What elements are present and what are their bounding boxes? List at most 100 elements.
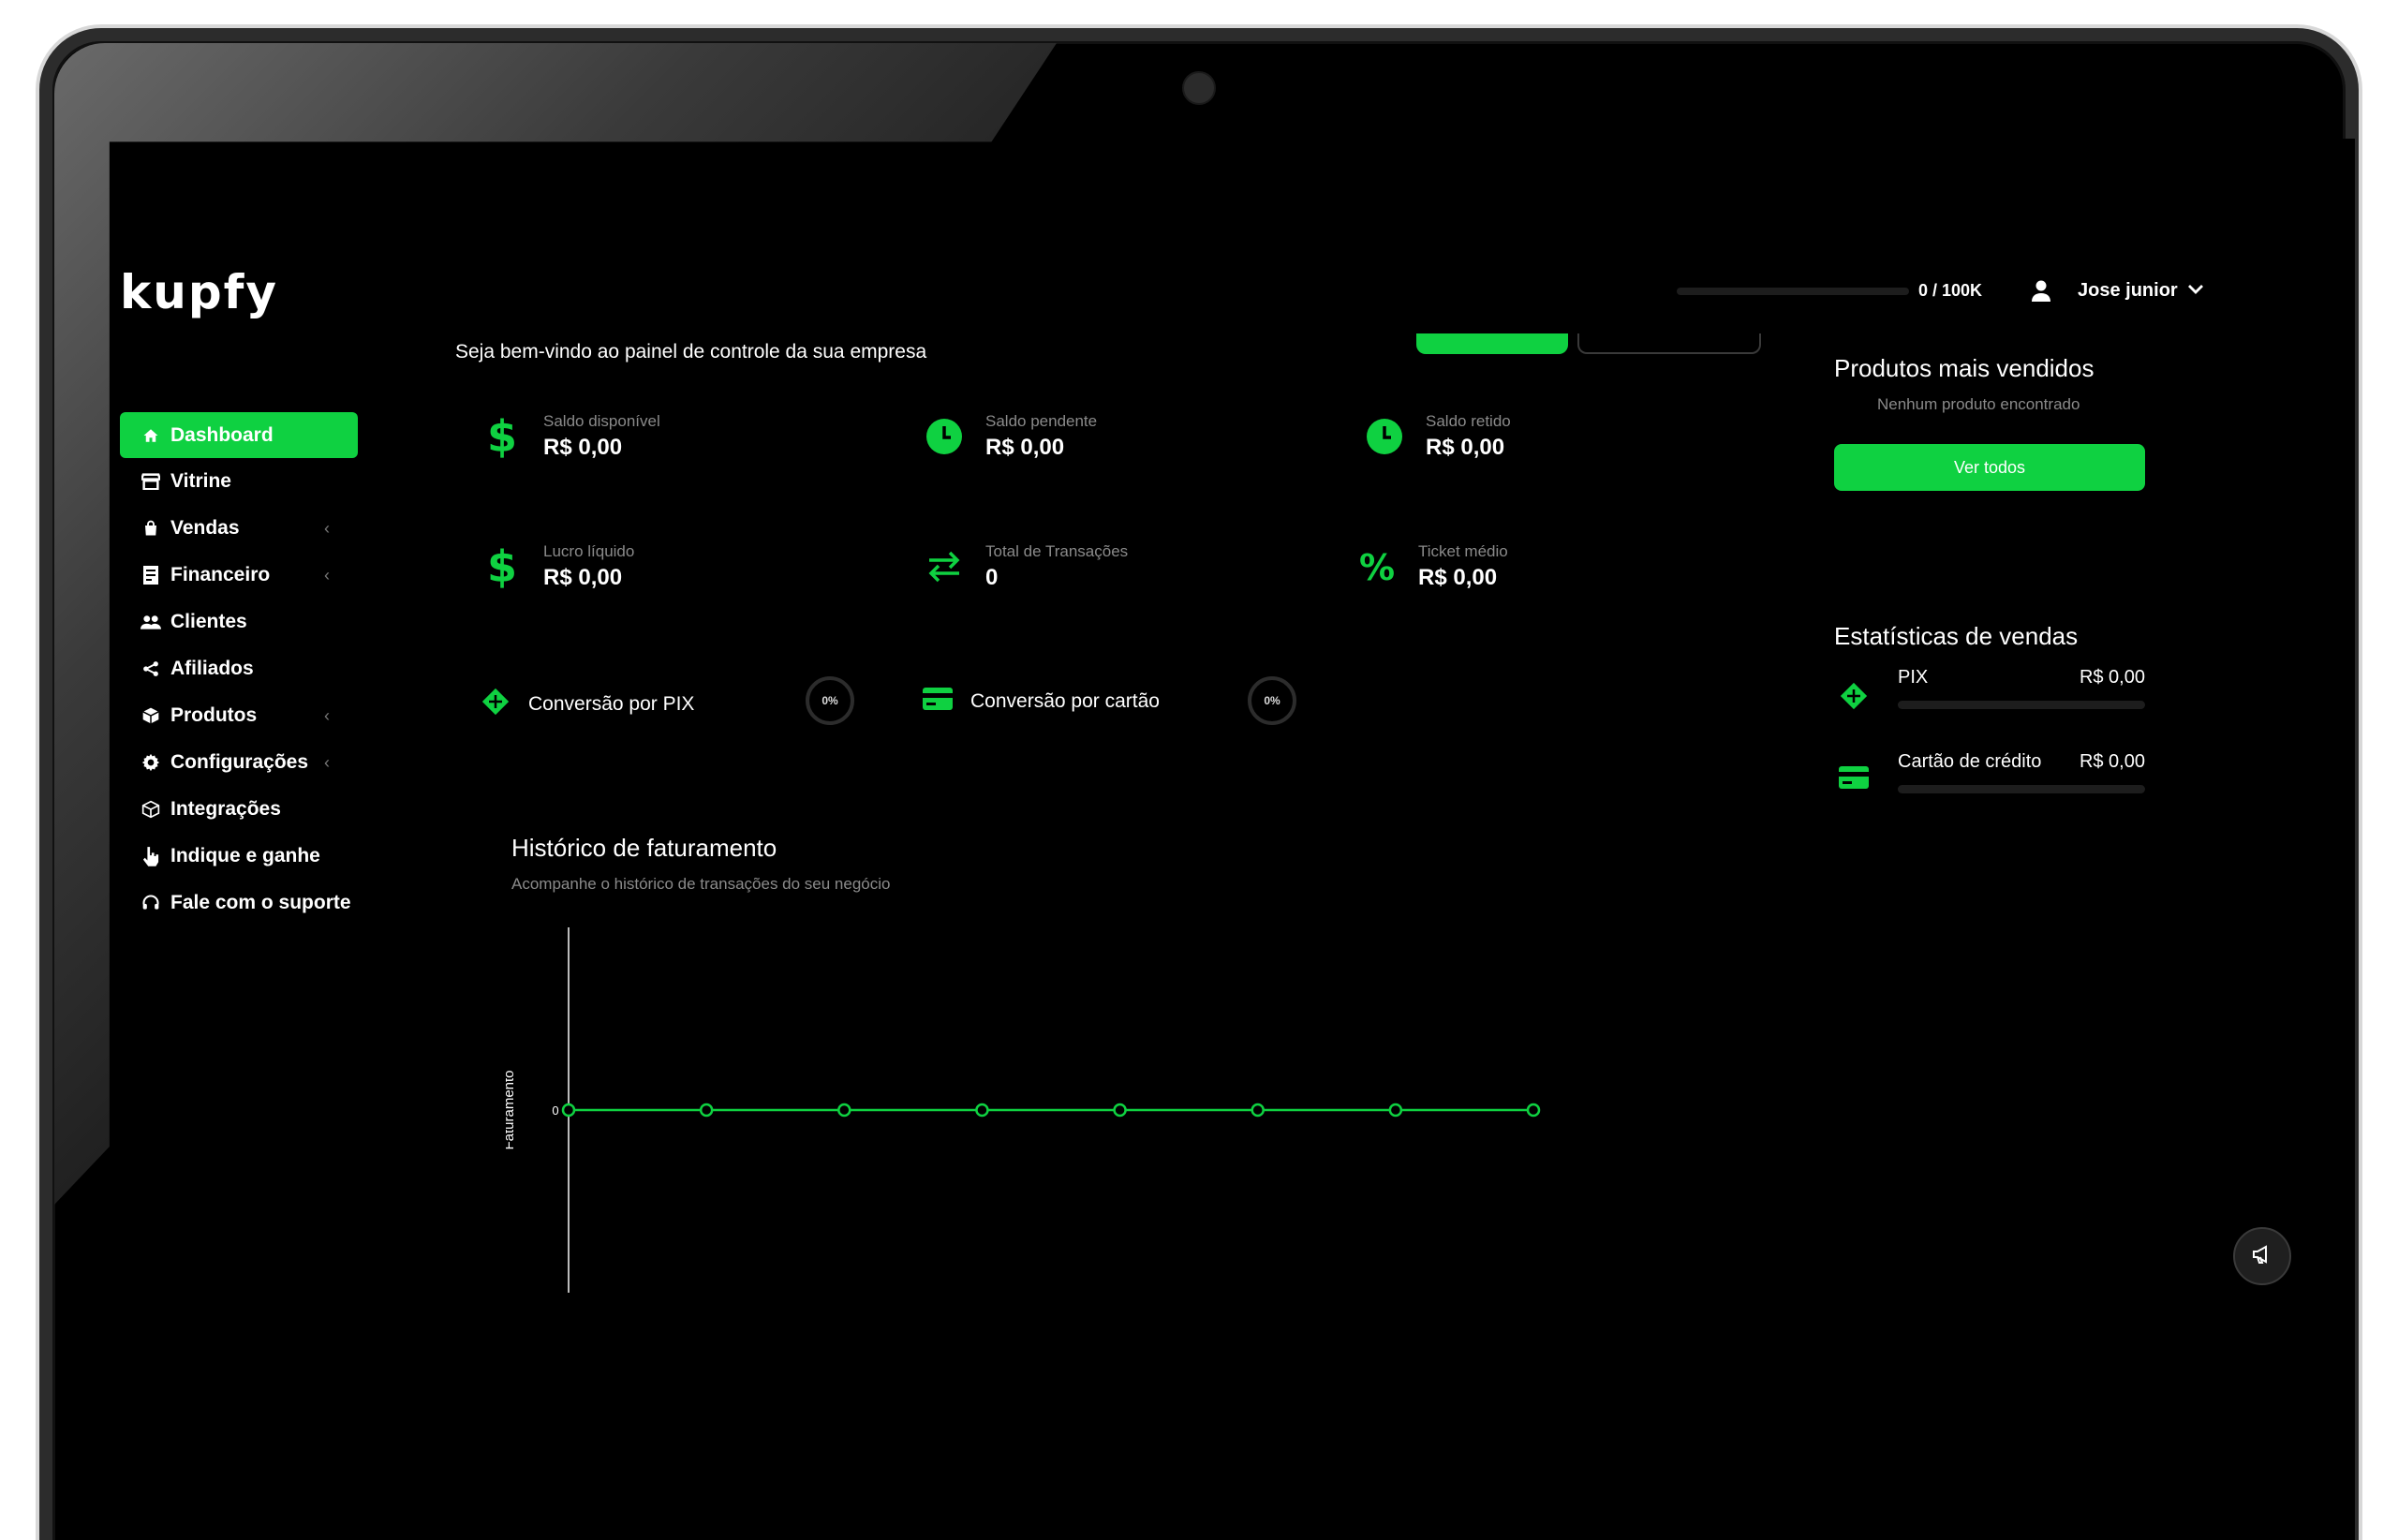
chevron-left-icon: ‹ [324, 752, 330, 772]
top-action-button-secondary[interactable] [1577, 333, 1761, 354]
data-point[interactable] [837, 1103, 851, 1118]
top-action-button-primary[interactable] [1416, 333, 1568, 354]
history-subtitle: Acompanhe o histórico de transações do s… [511, 875, 891, 893]
card-icon [922, 686, 954, 717]
chevron-left-icon: ‹ [324, 705, 330, 725]
dollar-icon: $ [478, 544, 526, 589]
webcam [1182, 71, 1216, 105]
data-point[interactable] [699, 1103, 714, 1118]
sidebar-item-label: Afiliados [170, 658, 254, 679]
data-point[interactable] [561, 1103, 576, 1118]
users-icon [141, 612, 161, 632]
sidebar-item-vendas[interactable]: Vendas ‹ [120, 505, 358, 552]
screen [103, 139, 2355, 1540]
card-icon [1838, 764, 1870, 795]
chevron-left-icon: ‹ [324, 565, 330, 585]
stat-label: Total de Transações [985, 542, 1129, 560]
conversion-pix: Conversão por PIX [480, 686, 694, 722]
top-products-empty: Nenhum produto encontrado [1877, 395, 2080, 413]
receipt-icon [141, 565, 161, 585]
gear-icon [141, 752, 161, 773]
y-tick-label: 0 [552, 1103, 558, 1118]
svg-text:$: $ [489, 544, 515, 589]
announcement-button[interactable] [2233, 1227, 2291, 1285]
stat-label: Saldo retido [1426, 412, 1511, 430]
chevron-left-icon: ‹ [324, 518, 330, 538]
sales-stat-card: Cartão de crédito R$ 0,00 [1834, 751, 2145, 807]
cube-icon [141, 799, 161, 820]
data-point[interactable] [975, 1103, 989, 1118]
sidebar-item-label: Indique e ganhe [170, 845, 320, 866]
transfer-icon [920, 548, 969, 585]
sidebar-item-label: Fale com o suporte [170, 892, 351, 913]
sidebar-item-vitrine[interactable]: Vitrine [120, 458, 358, 505]
stat-lucro-liquido: $ Lucro líquido R$ 0,00 [478, 542, 634, 591]
sales-stat-bar [1898, 785, 2145, 793]
y-axis-label: Faturamento [506, 1070, 517, 1149]
stat-value: R$ 0,00 [543, 565, 623, 590]
headset-icon [141, 893, 161, 913]
sales-stat-name: PIX [1898, 667, 1929, 688]
stat-value: R$ 0,00 [1418, 565, 1498, 590]
stat-value: R$ 0,00 [543, 435, 623, 460]
pix-icon [1838, 680, 1870, 717]
home-icon [141, 425, 161, 446]
share-icon [141, 659, 161, 679]
sales-stat-name: Cartão de crédito [1898, 751, 2042, 772]
stat-value: 0 [985, 565, 999, 590]
card-conversion-ring: 0% [1248, 676, 1296, 725]
sidebar-item-dashboard[interactable]: Dashboard [120, 412, 358, 458]
hand-pointer-icon [141, 846, 161, 866]
user-icon [2031, 279, 2051, 306]
conversion-card: Conversão por cartão [922, 686, 1160, 717]
box-icon [141, 705, 161, 726]
data-point[interactable] [1251, 1103, 1265, 1118]
sales-stat-value: R$ 0,00 [2079, 751, 2145, 772]
sidebar-item-configuracoes[interactable]: Configurações ‹ [120, 739, 358, 786]
sales-stats-title: Estatísticas de vendas [1834, 622, 2079, 650]
top-products-title: Produtos mais vendidos [1834, 354, 2095, 382]
clock-icon [1360, 418, 1409, 455]
percent-icon: % [1353, 548, 1401, 585]
megaphone-icon [2251, 1243, 2273, 1270]
chevron-down-icon[interactable] [2186, 279, 2205, 303]
sidebar-item-indique[interactable]: Indique e ganhe [120, 833, 358, 880]
data-point[interactable] [1388, 1103, 1403, 1118]
sidebar-item-suporte[interactable]: Fale com o suporte [120, 880, 358, 926]
pix-icon [480, 686, 511, 722]
sidebar-item-produtos[interactable]: Produtos ‹ [120, 692, 358, 739]
see-all-button[interactable]: Ver todos [1834, 444, 2145, 491]
sidebar-item-label: Vitrine [170, 470, 231, 492]
conversion-label: Conversão por cartão [970, 689, 1160, 712]
stat-label: Saldo pendente [985, 412, 1098, 430]
sidebar-item-afiliados[interactable]: Afiliados [120, 645, 358, 692]
history-title: Histórico de faturamento [511, 834, 777, 862]
data-point[interactable] [1113, 1103, 1127, 1118]
stat-saldo-retido: Saldo retido R$ 0,00 [1360, 412, 1511, 461]
sales-stat-pix: PIX R$ 0,00 [1834, 667, 2145, 723]
sales-stat-bar [1898, 701, 2145, 709]
sidebar-item-label: Vendas [170, 517, 240, 539]
dollar-icon: $ [478, 414, 526, 459]
welcome-message: Seja bem-vindo ao painel de controle da … [455, 341, 927, 363]
kupfy-logo[interactable]: kupfy [120, 265, 278, 319]
usage-progress-bar [1677, 288, 1909, 295]
sidebar-item-integracoes[interactable]: Integrações [120, 786, 358, 833]
svg-text:$: $ [489, 414, 515, 459]
stat-label: Ticket médio [1418, 542, 1508, 560]
clock-icon [920, 418, 969, 455]
sidebar-item-label: Dashboard [170, 423, 274, 446]
stat-saldo-pendente: Saldo pendente R$ 0,00 [920, 412, 1097, 461]
conversion-label: Conversão por PIX [528, 692, 695, 715]
sidebar-item-clientes[interactable]: Clientes [120, 599, 358, 645]
sidebar-item-financeiro[interactable]: Financeiro ‹ [120, 552, 358, 599]
stat-total-transacoes: Total de Transações 0 [920, 542, 1128, 591]
data-point[interactable] [1526, 1103, 1541, 1118]
store-icon [141, 471, 161, 492]
sidebar-item-label: Clientes [170, 611, 247, 632]
sidebar-item-label: Integrações [170, 798, 281, 820]
user-menu-name[interactable]: Jose junior [2078, 280, 2178, 302]
sidebar-nav: Dashboard Vitrine Vendas ‹ Financeiro ‹ … [120, 412, 358, 926]
bag-icon [141, 518, 161, 539]
stat-value: R$ 0,00 [985, 435, 1065, 460]
